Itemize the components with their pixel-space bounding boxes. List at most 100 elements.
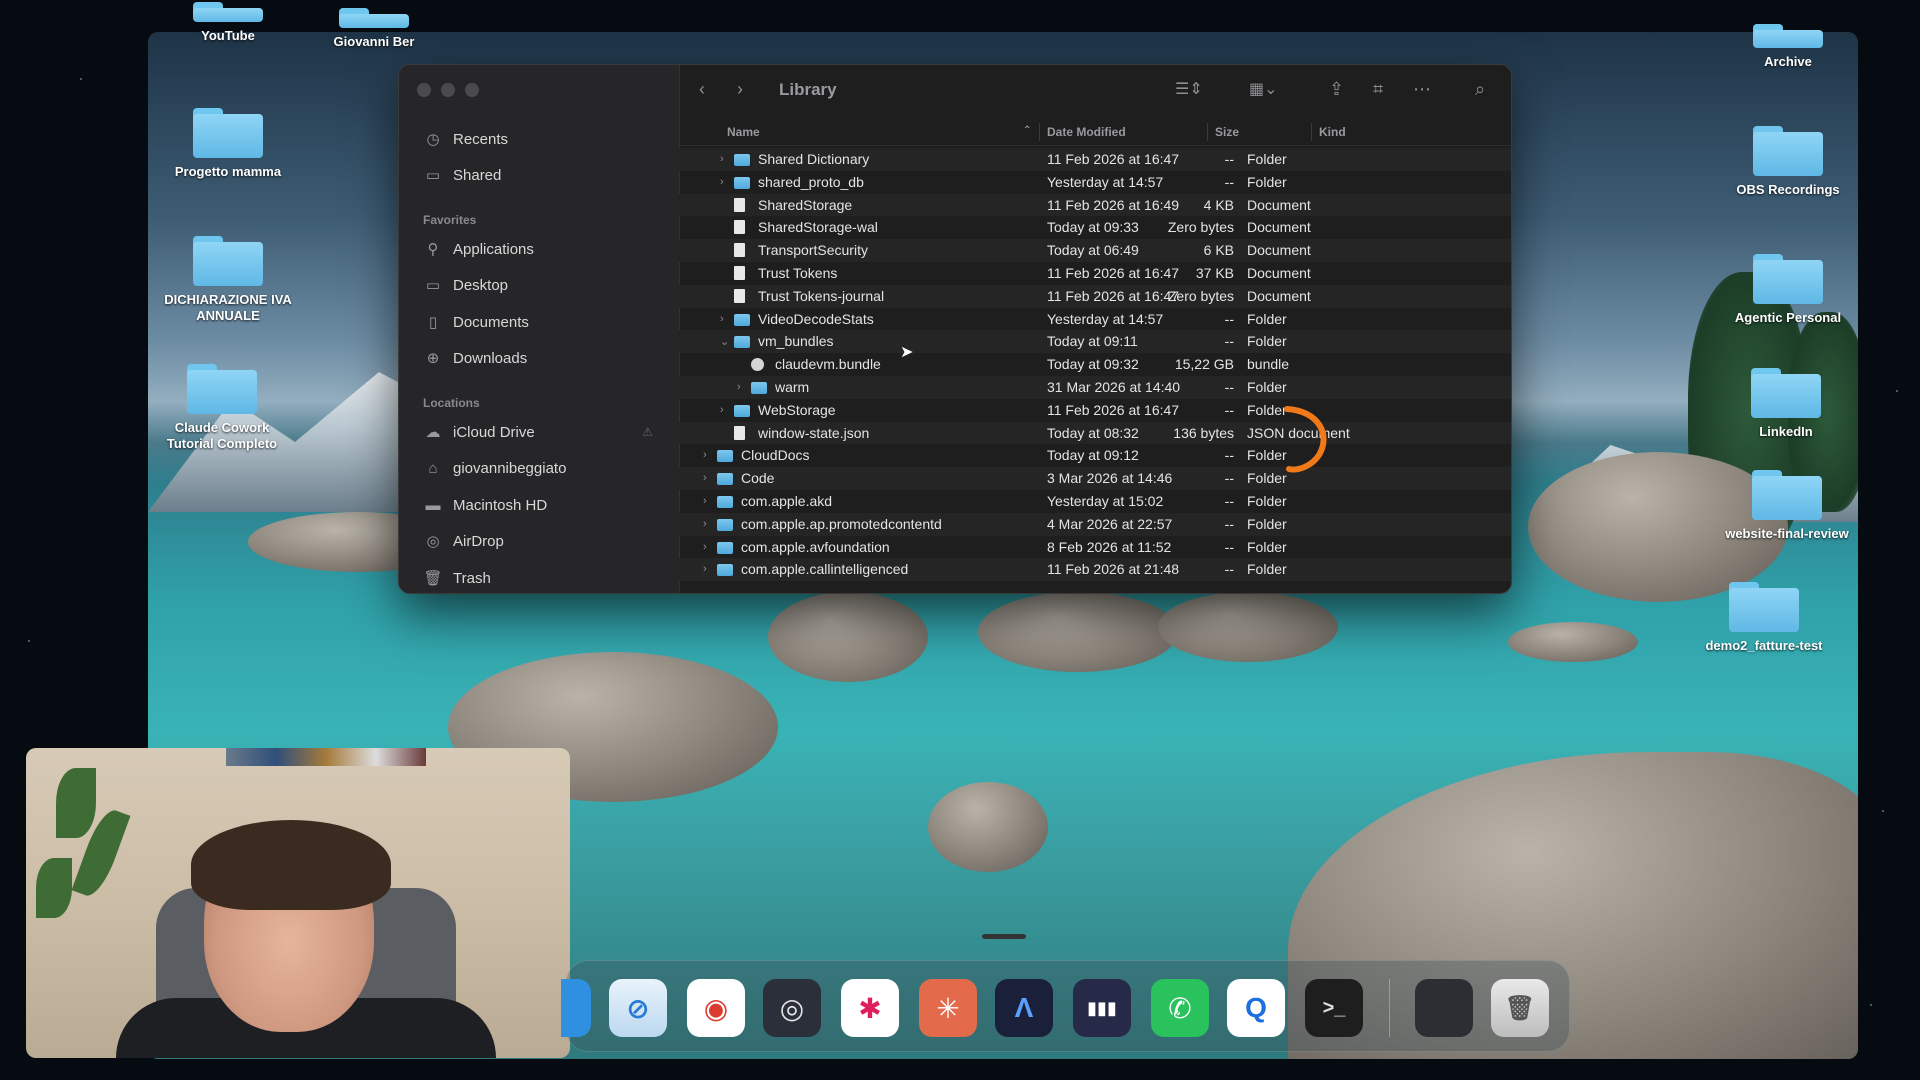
desktop-folder-obs[interactable]: OBS Recordings	[1718, 126, 1858, 198]
chevron-right-icon[interactable]: ›	[720, 153, 724, 165]
back-button[interactable]: ‹	[699, 79, 705, 100]
file-name: vm_bundles	[758, 333, 834, 350]
table-row[interactable]: › Code 3 Mar 2026 at 14:46 -- Folder	[679, 467, 1511, 490]
table-row[interactable]: ⌄ vm_bundles Today at 09:11 -- Folder	[679, 330, 1511, 354]
dock-minimized-window[interactable]	[1415, 979, 1473, 1037]
chevron-right-icon[interactable]: ›	[703, 495, 707, 507]
desktop-folder-giovanni[interactable]: Giovanni Ber	[304, 8, 444, 50]
dock-app-slack[interactable]: ✱	[841, 979, 899, 1037]
chevron-right-icon[interactable]: ›	[720, 313, 724, 325]
sidebar-item-documents[interactable]: ▯ Documents	[423, 308, 653, 336]
sidebar-item-desktop[interactable]: ▭ Desktop	[423, 271, 653, 299]
file-kind: Folder	[1247, 538, 1287, 555]
table-row[interactable]: TransportSecurity Today at 06:49 6 KB Docum…	[679, 239, 1511, 262]
desktop-folder-linkedin[interactable]: LinkedIn	[1716, 368, 1856, 440]
desktop-folder-website-final-review[interactable]: website-final-review	[1722, 470, 1852, 542]
chevron-right-icon[interactable]: ›	[703, 563, 707, 575]
search-icon[interactable]: ⌕	[1475, 79, 1485, 100]
table-row[interactable]: SharedStorage 11 Feb 2026 at 16:49 4 KB Doc…	[679, 193, 1511, 217]
file-size: 6 KB	[1203, 242, 1234, 259]
forward-button[interactable]: ›	[737, 79, 743, 100]
list-view-icon[interactable]: ☰⇕	[1175, 79, 1203, 99]
sidebar-item-downloads[interactable]: ⊕ Downloads	[423, 344, 653, 372]
table-row[interactable]: › com.apple.ap.promotedcontentd 4 Mar 2026…	[679, 512, 1511, 536]
desktop-folder-claude-cowork[interactable]: Claude Cowork Tutorial Completo	[152, 364, 292, 452]
table-row[interactable]: Trust Tokens-journal 11 Feb 2026 at 16:47…	[679, 284, 1511, 308]
chevron-down-icon[interactable]: ⌄	[720, 335, 729, 348]
dock-app-affinity[interactable]: Λ	[995, 979, 1053, 1037]
minimize-window-button[interactable]	[441, 83, 455, 97]
table-row[interactable]: › Shared Dictionary 11 Feb 2026 at 16:47 --…	[679, 148, 1511, 171]
table-row[interactable]: SharedStorage-wal Today at 09:33 Zero byte…	[679, 216, 1511, 239]
tag-icon[interactable]: ⌗	[1373, 79, 1383, 100]
sidebar-item-recents[interactable]: ◷ Recents	[423, 125, 653, 153]
table-row[interactable]: window-state.json Today at 08:32 136 bytes…	[679, 421, 1511, 445]
sidebar-item-shared[interactable]: ▭ Shared	[423, 161, 653, 189]
sidebar-item-applications[interactable]: ⚲ Applications	[423, 235, 653, 263]
chevron-right-icon[interactable]: ›	[703, 449, 707, 461]
table-row[interactable]: › WebStorage 11 Feb 2026 at 16:47 -- Folder	[679, 399, 1511, 422]
sidebar-item-icloud-drive[interactable]: ☁ iCloud Drive ⚠	[423, 418, 654, 446]
column-header-kind[interactable]: Kind	[1319, 125, 1346, 139]
column-header-date[interactable]: Date Modified	[1047, 125, 1126, 139]
folder-icon	[717, 473, 733, 486]
file-name: com.apple.ap.promotedcontentd	[741, 515, 942, 532]
chevron-right-icon[interactable]: ›	[720, 176, 724, 188]
grid-group-icon[interactable]: ▦⌄	[1249, 79, 1278, 99]
file-size: --	[1224, 492, 1234, 509]
zoom-window-button[interactable]	[465, 83, 479, 97]
desktop-folder-youtube[interactable]: YouTube	[158, 2, 298, 44]
plant	[36, 858, 72, 918]
desktop-folder-demo2[interactable]: demo2_fatture-test	[1694, 582, 1834, 654]
file-size: Zero bytes	[1167, 287, 1234, 304]
file-name: VideoDecodeStats	[758, 310, 874, 327]
table-row[interactable]: claudevm.bundle Today at 09:32 15,22 GB bun…	[679, 353, 1511, 376]
sidebar-item-airdrop[interactable]: ◎ AirDrop	[423, 527, 653, 555]
chevron-right-icon[interactable]: ›	[703, 541, 707, 553]
table-row[interactable]: › CloudDocs Today at 09:12 -- Folder	[679, 444, 1511, 467]
dock-app-safari[interactable]: ⊘	[609, 979, 667, 1037]
chevron-right-icon[interactable]: ›	[737, 381, 741, 393]
dock-trash[interactable]: 🗑︎	[1491, 979, 1549, 1037]
sidebar-item-trash[interactable]: 🗑︎ Trash	[423, 564, 653, 592]
folder-icon	[1753, 254, 1823, 304]
column-header-size[interactable]: Size	[1215, 125, 1239, 139]
desktop-folder-progetto-mamma[interactable]: Progetto mamma	[158, 108, 298, 180]
dock-app-claude[interactable]: ✳	[919, 979, 977, 1037]
folder-icon	[717, 450, 733, 463]
dock-app-audio[interactable]: ▮▮▮	[1073, 979, 1131, 1037]
webcam-overlay	[26, 748, 570, 1058]
share-icon[interactable]: ⇪	[1329, 79, 1344, 100]
table-row[interactable]: › com.apple.akd Yesterday at 15:02 -- Folder	[679, 490, 1511, 513]
sidebar-item-home[interactable]: ⌂ giovannibeggiato	[423, 454, 653, 482]
warning-icon: ⚠	[642, 425, 653, 439]
document-icon	[734, 243, 745, 258]
table-row[interactable]: › com.apple.avfoundation 8 Feb 2026 at 11:…	[679, 536, 1511, 559]
dock-app-finder[interactable]	[561, 979, 591, 1037]
close-window-button[interactable]	[417, 83, 431, 97]
more-icon[interactable]: ⋯	[1413, 79, 1431, 100]
chevron-right-icon[interactable]: ›	[720, 404, 724, 416]
table-row[interactable]: › shared_proto_db Yesterday at 14:57 -- Fold…	[679, 171, 1511, 194]
desktop-folder-archive[interactable]: Archive	[1718, 24, 1858, 70]
desktop-folder-dichiarazione[interactable]: DICHIARAZIONE IVA ANNUALE	[158, 236, 298, 324]
file-name: Trust Tokens	[758, 264, 838, 281]
folder-icon	[734, 154, 750, 166]
table-row[interactable]: › com.apple.callintelligenced 11 Feb 2026 …	[679, 558, 1511, 582]
dock-app-chrome[interactable]: ◉	[687, 979, 745, 1037]
chevron-right-icon[interactable]: ›	[703, 518, 707, 530]
table-row[interactable]: Trust Tokens 11 Feb 2026 at 16:47 37 KB Doc…	[679, 262, 1511, 285]
desktop-folder-agentic-personal[interactable]: Agentic Personal	[1718, 254, 1858, 326]
table-row[interactable]: › warm 31 Mar 2026 at 14:40 -- Folder	[679, 375, 1511, 399]
file-name: CloudDocs	[741, 447, 810, 464]
dock-app-quicktime[interactable]: Q	[1227, 979, 1285, 1037]
sidebar-section-favorites: Favorites	[423, 213, 477, 227]
dock-app-obs[interactable]: ◎	[763, 979, 821, 1037]
chevron-right-icon[interactable]: ›	[703, 472, 707, 484]
file-size: --	[1224, 470, 1234, 487]
sidebar-item-macintosh-hd[interactable]: ▬ Macintosh HD	[423, 491, 653, 519]
dock-app-terminal[interactable]: >_	[1305, 979, 1363, 1037]
dock-app-whatsapp[interactable]: ✆	[1151, 979, 1209, 1037]
column-header-name[interactable]: Name	[727, 125, 760, 139]
table-row[interactable]: › VideoDecodeStats Yesterday at 14:57 -- Fol…	[679, 308, 1511, 331]
